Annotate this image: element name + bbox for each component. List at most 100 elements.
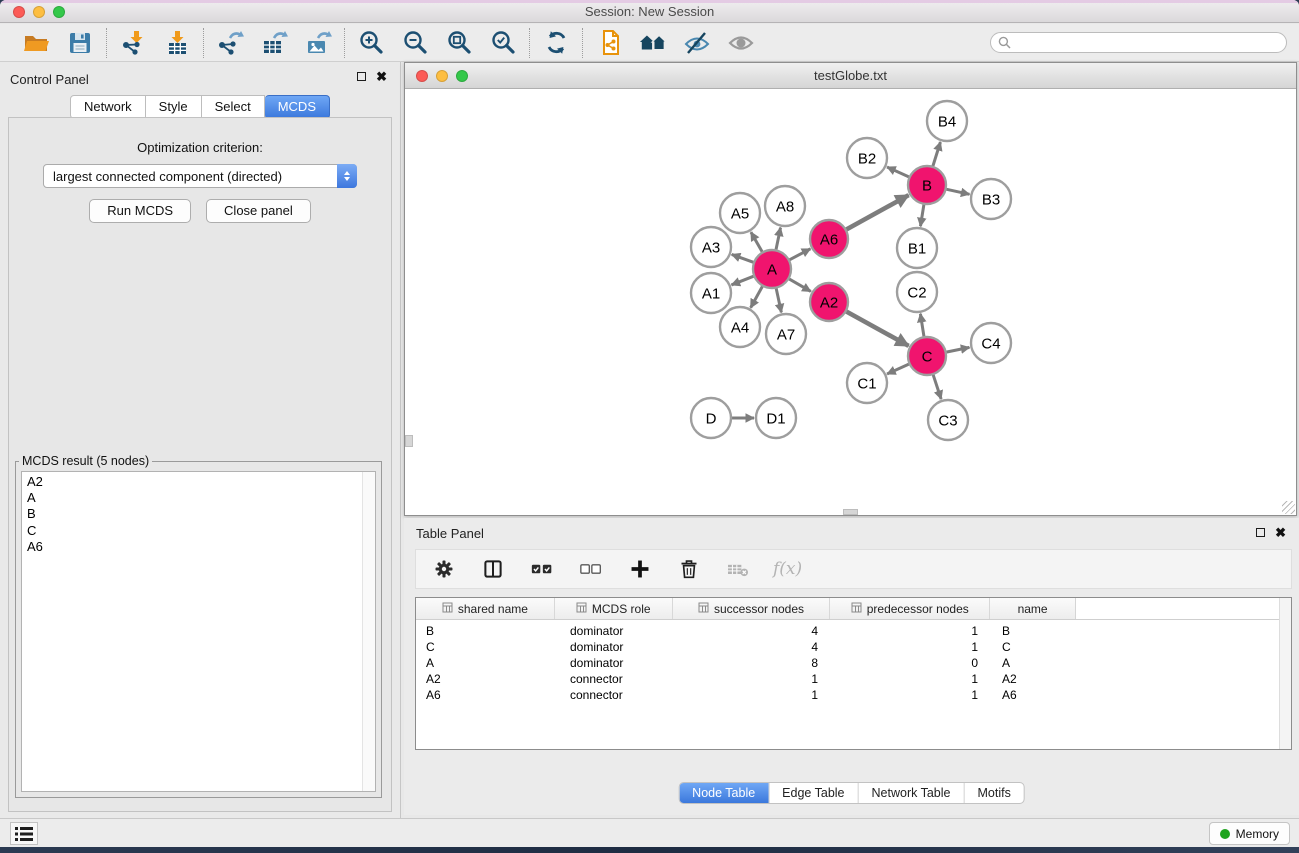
table-cell[interactable]: dominator (555, 640, 673, 654)
zoom-window-button[interactable] (53, 6, 65, 18)
delete-table-icon[interactable] (724, 555, 752, 583)
zoom-fit-icon[interactable] (445, 29, 473, 57)
search-box[interactable] (990, 32, 1287, 53)
close-panel-button[interactable]: Close panel (206, 199, 311, 223)
close-window-button[interactable] (13, 6, 25, 18)
zoom-network-window-button[interactable] (456, 70, 468, 82)
table-cell[interactable]: A6 (416, 688, 555, 702)
split-panel-icon[interactable] (479, 555, 507, 583)
network-canvas[interactable]: B4B2BB3A8A5A6A3B1AC2A1A2A4A7C4CC1DD1C3 (405, 90, 1296, 515)
mcds-result-item[interactable]: A (27, 490, 375, 506)
eye-slash-icon[interactable] (683, 29, 711, 57)
table-cell[interactable]: A (991, 656, 1076, 670)
table-cell[interactable]: A2 (416, 672, 555, 686)
graph-node-D1[interactable]: D1 (756, 398, 796, 438)
horizontal-scrollbar-thumb[interactable] (843, 509, 858, 515)
column-header-predecessor-nodes[interactable]: predecessor nodes (830, 598, 990, 619)
export-table-icon[interactable] (260, 29, 288, 57)
zoom-out-icon[interactable] (401, 29, 429, 57)
table-cell[interactable]: connector (555, 672, 673, 686)
tab-network[interactable]: Network (70, 95, 146, 119)
select-all-icon[interactable] (528, 555, 556, 583)
column-header-name[interactable]: name (990, 598, 1075, 619)
open-folder-icon[interactable] (22, 29, 50, 57)
run-mcds-button[interactable]: Run MCDS (89, 199, 191, 223)
mcds-result-listbox[interactable]: A2ABCA6 (21, 471, 376, 792)
float-table-panel-icon[interactable] (1256, 528, 1265, 537)
table-cell[interactable]: B (416, 624, 555, 638)
tab-style[interactable]: Style (146, 95, 202, 119)
export-network-icon[interactable] (216, 29, 244, 57)
table-row[interactable]: Adominator80A (416, 655, 1291, 671)
mcds-result-item[interactable]: A2 (27, 474, 375, 490)
table-cell[interactable]: 1 (831, 640, 991, 654)
homes-icon[interactable] (639, 29, 667, 57)
table-cell[interactable]: 4 (673, 624, 831, 638)
import-network-icon[interactable] (119, 29, 147, 57)
eye-icon[interactable] (727, 29, 755, 57)
mcds-result-item[interactable]: C (27, 523, 375, 539)
graph-node-C2[interactable]: C2 (897, 272, 937, 312)
graph-node-D[interactable]: D (691, 398, 731, 438)
export-image-icon[interactable] (304, 29, 332, 57)
window-resize-grip[interactable] (1282, 501, 1295, 514)
table-cell[interactable]: B (991, 624, 1076, 638)
graph-node-B1[interactable]: B1 (897, 228, 937, 268)
table-cell[interactable]: 1 (673, 672, 831, 686)
save-floppy-icon[interactable] (66, 29, 94, 57)
table-cell[interactable]: dominator (555, 656, 673, 670)
tab-network-table[interactable]: Network Table (858, 783, 964, 803)
zoom-selected-icon[interactable] (489, 29, 517, 57)
table-cell[interactable]: 1 (831, 672, 991, 686)
graph-node-A1[interactable]: A1 (691, 273, 731, 313)
task-history-button[interactable] (10, 822, 38, 845)
graph-node-C1[interactable]: C1 (847, 363, 887, 403)
graph-node-A8[interactable]: A8 (765, 186, 805, 226)
table-row[interactable]: A2connector11A2 (416, 671, 1291, 687)
graph-node-A4[interactable]: A4 (720, 307, 760, 347)
graph-node-B4[interactable]: B4 (927, 101, 967, 141)
graph-node-C4[interactable]: C4 (971, 323, 1011, 363)
tab-edge-table[interactable]: Edge Table (768, 783, 857, 803)
mcds-result-item[interactable]: A6 (27, 539, 375, 555)
add-column-icon[interactable] (626, 555, 654, 583)
close-table-panel-icon[interactable]: ✖ (1275, 527, 1286, 538)
deselect-all-icon[interactable] (577, 555, 605, 583)
table-row[interactable]: A6connector11A6 (416, 687, 1291, 703)
minimize-network-window-button[interactable] (436, 70, 448, 82)
list-scrollbar[interactable] (362, 472, 375, 791)
import-table-icon[interactable] (163, 29, 191, 57)
close-network-window-button[interactable] (416, 70, 428, 82)
table-cell[interactable]: 1 (831, 624, 991, 638)
table-row[interactable]: Cdominator41C (416, 639, 1291, 655)
settings-gear-icon[interactable] (430, 555, 458, 583)
graph-node-A6[interactable]: A6 (810, 220, 848, 258)
graph-node-C[interactable]: C (908, 337, 946, 375)
table-cell[interactable]: C (991, 640, 1076, 654)
document-share-icon[interactable] (595, 29, 623, 57)
function-builder-icon[interactable]: f(x) (773, 559, 802, 579)
zoom-in-icon[interactable] (357, 29, 385, 57)
minimize-window-button[interactable] (33, 6, 45, 18)
memory-button[interactable]: Memory (1209, 822, 1290, 845)
table-cell[interactable]: A (416, 656, 555, 670)
graph-node-A2[interactable]: A2 (810, 283, 848, 321)
tab-node-table[interactable]: Node Table (679, 783, 768, 803)
graph-node-A5[interactable]: A5 (720, 193, 760, 233)
graph-node-C3[interactable]: C3 (928, 400, 968, 440)
criterion-dropdown[interactable]: largest connected component (directed) (43, 164, 357, 188)
search-input[interactable] (1016, 36, 1279, 50)
delete-column-icon[interactable] (675, 555, 703, 583)
graph-node-A7[interactable]: A7 (766, 314, 806, 354)
table-cell[interactable]: A2 (991, 672, 1076, 686)
refresh-icon[interactable] (542, 29, 570, 57)
table-cell[interactable]: C (416, 640, 555, 654)
graph-node-A[interactable]: A (753, 250, 791, 288)
column-header-successor-nodes[interactable]: successor nodes (673, 598, 831, 619)
table-cell[interactable]: A6 (991, 688, 1076, 702)
column-header-MCDS-role[interactable]: MCDS role (555, 598, 673, 619)
table-cell[interactable]: connector (555, 688, 673, 702)
table-cell[interactable]: 1 (831, 688, 991, 702)
table-cell[interactable]: 4 (673, 640, 831, 654)
graph-node-B2[interactable]: B2 (847, 138, 887, 178)
